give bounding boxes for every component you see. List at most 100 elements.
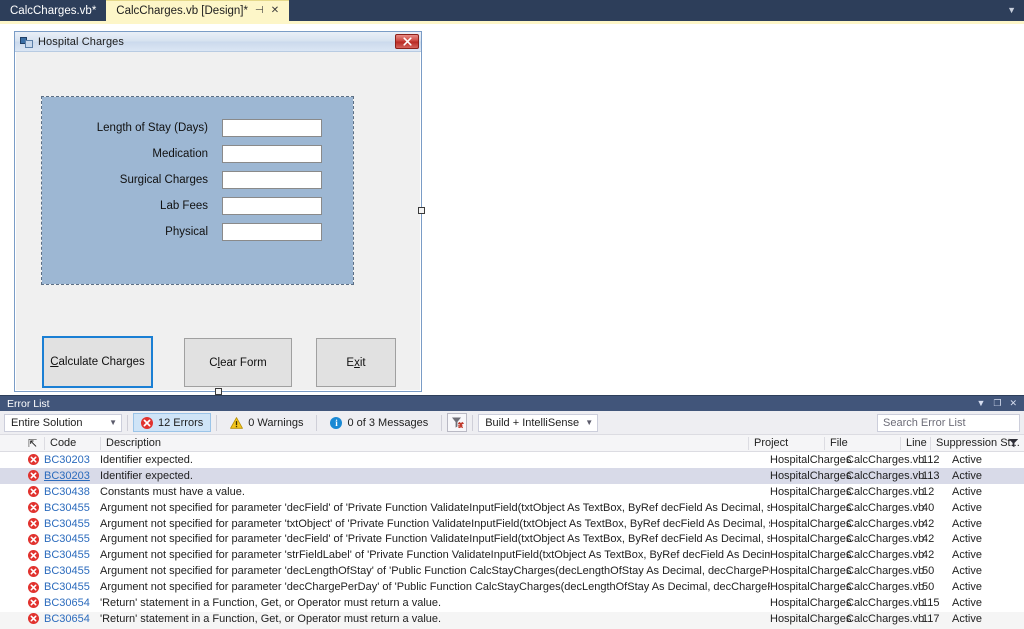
cell-description: Argument not specified for parameter 'de…: [100, 533, 770, 546]
calculate-charges-label: Calculate Charges: [50, 356, 145, 368]
cell-code[interactable]: BC30438: [44, 486, 100, 498]
filter-errors-icon[interactable]: [447, 413, 468, 432]
input-length-of-stay[interactable]: [222, 118, 322, 137]
cell-code[interactable]: BC30455: [44, 518, 100, 530]
cell-project: HospitalCharges: [770, 549, 852, 562]
cell-project: HospitalCharges: [770, 469, 852, 482]
input-surgical-charges[interactable]: [222, 170, 322, 189]
table-row[interactable]: BC30654'Return' statement in a Function,…: [0, 595, 1024, 611]
search-error-list-box[interactable]: ▼: [877, 413, 1024, 432]
tab-label: CalcCharges.vb*: [10, 4, 97, 17]
table-row[interactable]: BC30455 Argument not specified for parame…: [0, 500, 1024, 516]
cell-code[interactable]: BC30455: [44, 549, 100, 561]
cell-description: Argument not specified for parameter 'st…: [100, 549, 770, 562]
clear-form-button[interactable]: Clear Form: [184, 338, 292, 387]
tab-calccharges-vb-design[interactable]: CalcCharges.vb [Design]* ⊣ ✕: [106, 0, 290, 21]
table-row[interactable]: BC30203 Identifier expected. HospitalCharg…: [0, 467, 1024, 484]
errors-filter-toggle[interactable]: 12 Errors: [133, 413, 212, 432]
cell-code[interactable]: BC30455: [44, 565, 100, 577]
cell-description: Identifier expected.: [100, 453, 193, 466]
form-close-button[interactable]: [395, 34, 419, 49]
build-filter-dropdown[interactable]: Build + IntelliSense ▼: [478, 413, 599, 432]
table-row[interactable]: BC30455 Argument not specified for parame…: [0, 563, 1024, 579]
cell-code[interactable]: BC30654: [44, 597, 100, 609]
sort-indicator-icon[interactable]: ⇱: [22, 435, 44, 452]
error-icon: [22, 565, 44, 577]
messages-filter-toggle[interactable]: i 0 of 3 Messages: [322, 413, 436, 432]
cell-description: 'Return' statement in a Function, Get, o…: [100, 596, 442, 609]
table-row[interactable]: BC30455 Argument not specified for parame…: [0, 531, 1024, 547]
cell-code[interactable]: BC30203: [44, 454, 100, 466]
input-medication[interactable]: [222, 144, 322, 163]
exit-button[interactable]: Exit: [316, 338, 396, 387]
error-list-grid[interactable]: BC30203 Identifier expected. HospitalCharg…: [0, 452, 1024, 629]
chevron-down-icon[interactable]: ▼: [976, 399, 985, 408]
label-lab-fees: Lab Fees: [160, 199, 208, 212]
error-list-title: Error List: [7, 397, 50, 410]
error-icon: [22, 518, 44, 529]
resize-handle-right[interactable]: [418, 207, 425, 214]
cell-project: HospitalCharges: [770, 565, 852, 578]
maximize-icon[interactable]: ❐: [993, 399, 1001, 408]
table-row[interactable]: BC30455 Argument not specified for parame…: [0, 579, 1024, 595]
column-header-suppression-state[interactable]: Suppression St...: [930, 435, 1020, 452]
chevron-down-icon[interactable]: ▼: [1007, 6, 1016, 15]
label-length-of-stay: Length of Stay (Days): [96, 121, 208, 134]
table-row[interactable]: BC30654'Return' statement in a Function,…: [0, 611, 1024, 627]
form-designer-surface[interactable]: Hospital Charges Length of Stay (Days) M…: [0, 24, 1024, 395]
cell-project: HospitalCharges: [770, 501, 852, 514]
filter-icon[interactable]: [1002, 435, 1024, 452]
cell-code[interactable]: BC30203: [44, 470, 100, 482]
cell-code-link[interactable]: BC30203: [44, 470, 90, 482]
tab-calccharges-vb[interactable]: CalcCharges.vb*: [0, 0, 106, 21]
warnings-filter-toggle[interactable]: 0 Warnings: [222, 413, 311, 432]
form-client-area: Length of Stay (Days) Medication Surgica…: [15, 52, 421, 391]
error-list-window-buttons: ▼ ❐ ✕: [976, 399, 1020, 408]
cell-project: HospitalCharges: [770, 533, 852, 546]
resize-handle-bottom[interactable]: [215, 388, 222, 395]
messages-count-label: 0 of 3 Messages: [347, 416, 429, 429]
input-lab-fees[interactable]: [222, 196, 322, 215]
input-group-panel[interactable]: Length of Stay (Days) Medication Surgica…: [41, 96, 354, 285]
table-row[interactable]: BC30455 Argument not specified for parame…: [0, 516, 1024, 532]
column-header-line[interactable]: Line: [900, 435, 930, 452]
scope-filter-dropdown[interactable]: Entire Solution ▼: [4, 413, 122, 432]
cell-file: CalcCharges.vb: [846, 517, 925, 530]
cell-suppression-state: Active: [952, 565, 982, 578]
cell-line: 50: [922, 565, 935, 578]
table-row[interactable]: BC30455 Argument not specified for parame…: [0, 547, 1024, 563]
close-tab-icon[interactable]: ✕: [271, 6, 279, 16]
cell-code[interactable]: BC30455: [44, 502, 100, 514]
calculate-charges-button[interactable]: Calculate Charges: [42, 336, 153, 388]
cell-code[interactable]: BC30455: [44, 533, 100, 545]
toolbar-separator: [316, 414, 318, 431]
toolbar-separator: [127, 414, 128, 431]
column-header-description[interactable]: Description: [100, 435, 748, 452]
cell-code[interactable]: BC30654: [44, 613, 100, 625]
error-icon: [22, 597, 44, 609]
cell-project: HospitalCharges: [770, 612, 852, 625]
cell-file: CalcCharges.vb: [846, 549, 925, 562]
close-icon[interactable]: ✕: [1009, 399, 1017, 408]
search-input[interactable]: [883, 416, 1024, 429]
cell-suppression-state: Active: [952, 501, 982, 514]
label-medication: Medication: [152, 147, 208, 160]
chevron-down-icon: ▼: [109, 418, 117, 427]
build-filter-value: Build + IntelliSense: [485, 416, 580, 429]
column-header-project[interactable]: Project: [748, 435, 824, 452]
cell-project: HospitalCharges: [770, 581, 852, 594]
cell-suppression-state: Active: [952, 612, 982, 625]
form-title: Hospital Charges: [38, 35, 124, 48]
cell-code[interactable]: BC30455: [44, 581, 100, 593]
toolbar-separator: [441, 414, 443, 431]
column-header-code[interactable]: Code: [44, 435, 100, 452]
cell-file: CalcCharges.vb: [846, 469, 925, 482]
error-icon: [22, 502, 44, 514]
cell-suppression-state: Active: [952, 485, 982, 498]
pin-tab-icon[interactable]: ⊣: [255, 6, 264, 16]
hospital-charges-form[interactable]: Hospital Charges Length of Stay (Days) M…: [14, 31, 425, 395]
input-physical[interactable]: [222, 222, 322, 241]
column-header-file[interactable]: File: [824, 435, 900, 452]
table-row[interactable]: BC30203 Identifier expected. HospitalCharg…: [0, 452, 1024, 468]
table-row[interactable]: BC30438 Constants must have a value. Hospi…: [0, 484, 1024, 500]
